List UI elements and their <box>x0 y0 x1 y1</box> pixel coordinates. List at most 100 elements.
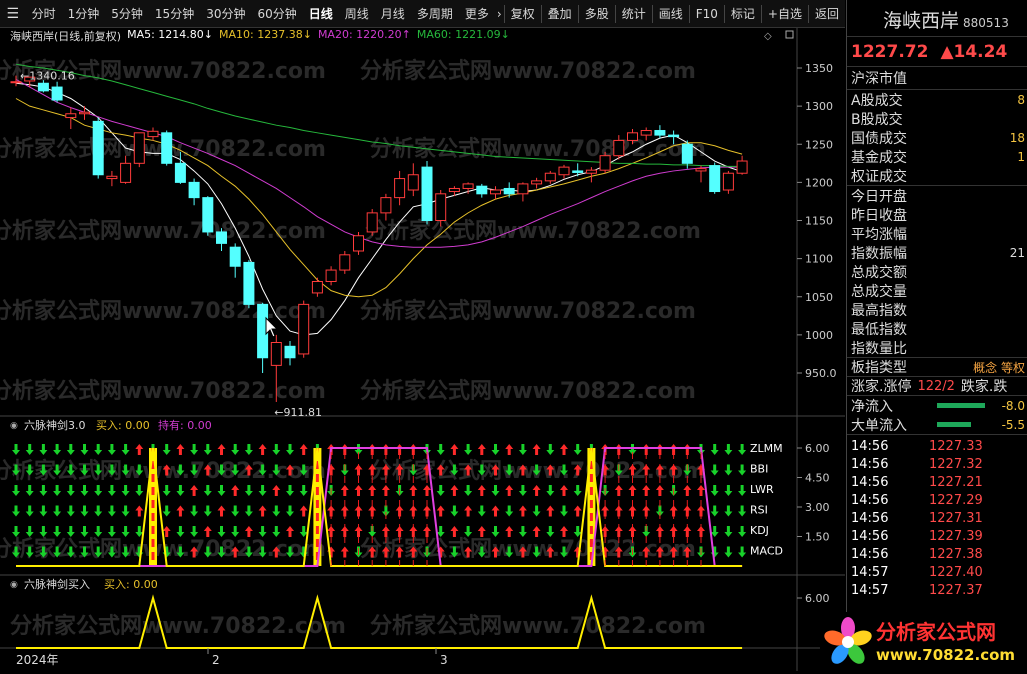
y-tick-label: 4.50 <box>805 472 830 485</box>
candle-body <box>558 166 570 176</box>
stat-row: 最低指数 <box>851 321 907 338</box>
candle-body <box>599 155 611 171</box>
toolbar-button[interactable]: 画线 <box>653 5 689 22</box>
candle-body <box>174 162 186 183</box>
candle-body <box>161 132 173 164</box>
y-tick-label: 1150 <box>805 215 833 228</box>
toolbar-button[interactable]: 多股 <box>579 5 615 22</box>
candle-body <box>654 130 666 136</box>
y-tick-label: 3.00 <box>805 501 830 514</box>
ma-legend: 海峡西岸(日线,前复权) MA5: 1214.80↓ MA10: 1237.38↓… <box>10 28 510 44</box>
candle-body <box>216 231 227 244</box>
updown-row: 涨家.涨停 122/2 跌家.跌 <box>847 376 1027 395</box>
period-tab[interactable]: 60分钟 <box>251 5 302 22</box>
period-tab[interactable]: 15分钟 <box>149 5 200 22</box>
stat-row: 总成交量 <box>851 283 907 300</box>
tick-row: 14:56 1227.31 <box>851 510 983 526</box>
indicator-row-label: MACD <box>750 545 783 558</box>
turnover-row: 基金成交 1 <box>851 149 1025 166</box>
watermark-text: 分析家公式网www.70822.com <box>0 218 326 244</box>
indicator-row-label: KDJ <box>750 524 769 537</box>
period-tab[interactable]: 5分钟 <box>105 5 149 22</box>
turnover-row: B股成交 <box>851 111 903 128</box>
x-axis-label: 2 <box>212 653 220 667</box>
candle-body <box>448 187 460 193</box>
flow-row: 大单流入 -5.5 <box>851 417 1025 434</box>
period-tab[interactable]: 周线 <box>339 5 375 22</box>
tick-row: 14:57 1227.37 <box>851 582 983 598</box>
toolbar-button[interactable]: 叠加 <box>542 5 578 22</box>
ma-legend-item: MA20: 1220.20↑ <box>317 28 411 41</box>
security-name: 海峡西岸 <box>883 10 960 32</box>
period-tab[interactable]: 多周期 <box>411 5 459 22</box>
toolbar-button[interactable]: F10 <box>690 7 724 21</box>
pane-diamond-icon: ◇ <box>764 31 772 42</box>
period-tab[interactable]: 月线 <box>375 5 411 22</box>
indicator1-hold: 持有: 0.00 <box>158 418 212 432</box>
candle-body <box>79 111 90 115</box>
watermark-text: 分析家公式网www.70822.com <box>360 378 696 404</box>
candle-body <box>627 132 638 141</box>
candle-body <box>106 175 118 180</box>
period-tab[interactable]: 日线 <box>303 5 339 22</box>
candle-body <box>188 181 200 199</box>
indicator2-title: 六脉神剑买入 <box>24 577 90 591</box>
candle-body <box>229 246 241 267</box>
candle-body <box>421 166 433 221</box>
flow-bar <box>937 403 985 408</box>
watermark-text: 分析家公式网www.70822.com <box>0 378 326 404</box>
candle-body <box>435 193 447 221</box>
watermark-text: 分析家公式网www.70822.com <box>10 613 346 639</box>
candle-body <box>709 165 721 193</box>
watermark-text: 分析家公式网www.70822.com <box>0 298 326 324</box>
indicator-row-label: ZLMM <box>750 442 783 455</box>
section-title: 沪深市值 <box>851 71 907 87</box>
period-tab[interactable]: 更多 <box>459 5 495 22</box>
y-tick-label: 1350 <box>805 62 833 75</box>
menu-icon[interactable]: ☰ <box>0 1 26 27</box>
candle-body <box>544 172 556 182</box>
tick-row: 14:56 1227.32 <box>851 456 983 472</box>
candle-body <box>298 303 310 355</box>
last-price: 1227.72 <box>851 41 929 62</box>
toolbar-button[interactable]: 统计 <box>616 5 652 22</box>
chart-svg[interactable]: ◇ 分析家公式网www.70822.com 分析家公式网www.70822.com 分… <box>0 28 845 671</box>
tick-row: 14:56 1227.39 <box>851 528 983 544</box>
toolbar-button[interactable]: 复权 <box>505 5 541 22</box>
period-tab[interactable]: 分时 <box>26 5 62 22</box>
flow-row: 净流入 -8.0 <box>851 398 1025 415</box>
period-tab[interactable]: 30分钟 <box>200 5 251 22</box>
candle-body <box>476 185 488 195</box>
y-tick-label: 1100 <box>805 253 833 266</box>
y-tick-label: 1300 <box>805 100 833 113</box>
toolbar-button[interactable]: 返回 <box>809 5 845 22</box>
tick-row: 14:57 1227.40 <box>851 564 983 580</box>
candle-body <box>120 162 132 183</box>
toolbar-button[interactable]: +自选 <box>762 5 808 22</box>
indicator2-buy: 买入: 0.00 <box>104 578 158 591</box>
candle-body <box>394 178 406 199</box>
candle-body <box>51 86 63 101</box>
toolbar-button[interactable]: 标记 <box>725 5 761 22</box>
panel-collapse-icon: ◉ <box>10 421 18 431</box>
tick-row: 14:56 1227.29 <box>851 492 983 508</box>
tick-row: 14:56 1227.33 <box>851 438 983 454</box>
candle-body <box>284 345 296 359</box>
stat-row: 今日开盘 <box>851 188 907 205</box>
low-marker: ←911.81 <box>274 406 322 419</box>
panel-collapse-icon: ◉ <box>10 580 18 590</box>
more-arrow-icon[interactable]: › <box>495 7 504 21</box>
price-row: 1227.72 ▲14.24 <box>847 36 1027 66</box>
tick-row: 14:56 1227.38 <box>851 546 983 562</box>
candle-body <box>490 189 501 195</box>
period-tab[interactable]: 1分钟 <box>62 5 106 22</box>
chart-area: ◇ 分析家公式网www.70822.com 分析家公式网www.70822.com 分… <box>0 28 845 671</box>
turnover-row: 国债成交 18 <box>851 130 1025 147</box>
toolbar: ☰ 分时 1分钟 5分钟 15分钟 30分钟 60分钟 日线 周线 月线 多周期 更多 › 复权 叠加多… <box>0 0 845 28</box>
board-type-row: 板指类型 概念 等权 <box>847 357 1027 376</box>
ma-legend-item: MA10: 1237.38↓ <box>219 28 312 41</box>
candle-body <box>517 183 529 195</box>
logo-text: 分析家公式网 <box>876 620 996 644</box>
candle-body <box>640 130 652 136</box>
candle-body <box>133 132 145 164</box>
